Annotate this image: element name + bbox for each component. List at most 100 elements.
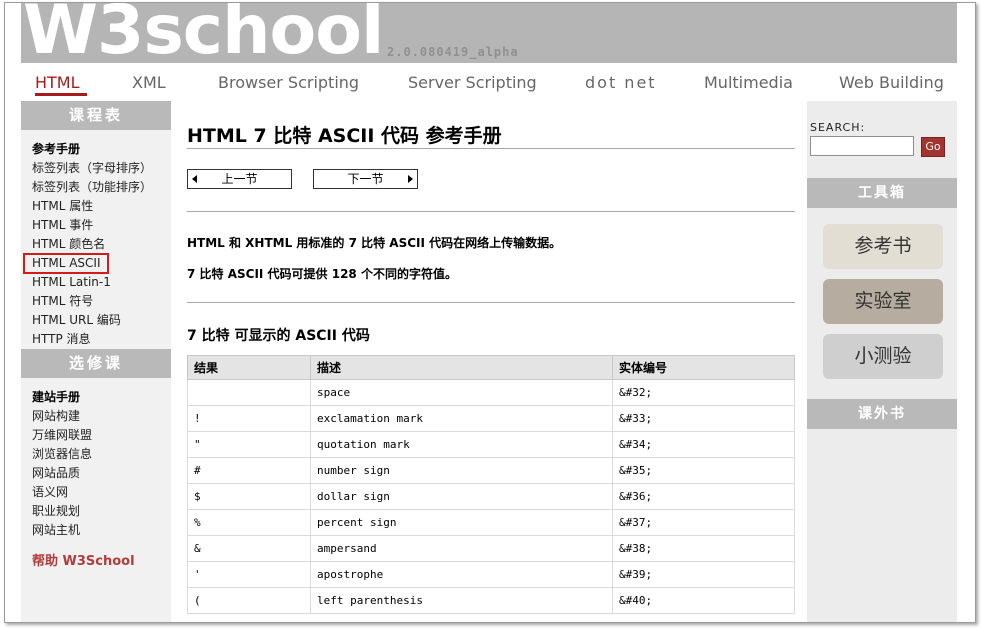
- sidebar-item-site-manual[interactable]: 建站手册: [32, 388, 171, 407]
- search-go-button[interactable]: Go: [921, 137, 945, 157]
- site-logo[interactable]: W3school: [23, 3, 384, 63]
- cell-description: ampersand: [310, 535, 613, 562]
- cell-description: apostrophe: [310, 561, 613, 588]
- table-row: ( left parenthesis &#40;: [187, 587, 795, 614]
- cell-description: space: [310, 379, 613, 406]
- cell-entity: &#34;: [612, 431, 795, 458]
- nav-dot-net[interactable]: dot net: [585, 73, 657, 92]
- table-header-row: 结果 描述 实体编号: [187, 355, 795, 380]
- cell-result: %: [187, 509, 311, 536]
- col-header-description: 描述: [310, 355, 613, 380]
- left-sidebar: 课程表 参考手册 标签列表（字母排序） 标签列表（功能排序） HTML 属性 H…: [21, 101, 171, 622]
- sidebar-item-tags-alpha[interactable]: 标签列表（字母排序）: [32, 159, 171, 178]
- prev-button[interactable]: 上一节: [187, 169, 292, 189]
- nav-xml[interactable]: XML: [132, 73, 166, 92]
- cell-entity: &#40;: [612, 587, 795, 614]
- table-row: space &#32;: [187, 379, 795, 406]
- right-arrow-icon: [408, 175, 413, 183]
- sidebar-item-colornames[interactable]: HTML 颜色名: [32, 235, 171, 254]
- cell-result: ': [187, 561, 311, 588]
- ascii-table: 结果 描述 实体编号 space &#32; ! exclamation mar…: [187, 355, 795, 614]
- prev-label: 上一节: [221, 172, 258, 186]
- right-sidebar: SEARCH: Go 工具箱 参考书 实验室 小测验 课外书: [807, 101, 957, 622]
- sidebar-item-ascii[interactable]: HTML ASCII: [23, 253, 109, 274]
- cell-description: left parenthesis: [310, 587, 613, 614]
- cell-result: !: [187, 405, 311, 432]
- sidebar-item-urlencode[interactable]: HTML URL 编码: [32, 311, 171, 330]
- cell-result: ": [187, 431, 311, 458]
- sidebar-item-quality[interactable]: 网站品质: [32, 464, 171, 483]
- cell-result: (: [187, 587, 311, 614]
- next-label: 下一节: [347, 172, 384, 186]
- cell-entity: &#37;: [612, 509, 795, 536]
- table-row: " quotation mark &#34;: [187, 431, 795, 458]
- cell-result: #: [187, 457, 311, 484]
- page-title: HTML 7 比特 ASCII 代码 参考手册: [187, 125, 502, 147]
- elective-list: 建站手册 网站构建 万维网联盟 浏览器信息 网站品质 语义网 职业规划 网站主机…: [21, 378, 171, 569]
- section-title: 7 比特 可显示的 ASCII 代码: [187, 328, 370, 344]
- nav-browser-scripting[interactable]: Browser Scripting: [218, 73, 359, 92]
- divider: [187, 148, 795, 149]
- cell-entity: &#33;: [612, 405, 795, 432]
- table-row: # number sign &#35;: [187, 457, 795, 484]
- books-heading: 课外书: [807, 399, 957, 429]
- left-arrow-icon: [192, 175, 197, 183]
- tool-lab-button[interactable]: 实验室: [823, 279, 943, 324]
- table-row: % percent sign &#37;: [187, 509, 795, 536]
- search-label: SEARCH:: [810, 121, 866, 134]
- sidebar-item-latin1[interactable]: HTML Latin-1: [32, 273, 171, 292]
- course-list: 参考手册 标签列表（字母排序） 标签列表（功能排序） HTML 属性 HTML …: [21, 130, 171, 349]
- sidebar-item-career[interactable]: 职业规划: [32, 502, 171, 521]
- divider: [187, 211, 795, 212]
- nav-html[interactable]: HTML: [35, 73, 80, 92]
- cell-entity: &#36;: [612, 483, 795, 510]
- sidebar-item-reference[interactable]: 参考手册: [32, 140, 171, 159]
- sidebar-heading-electives: 选修课: [21, 349, 171, 378]
- main-content: HTML 7 比特 ASCII 代码 参考手册 上一节 下一节 HTML 和 X…: [187, 101, 795, 622]
- version-text: 2.0.080419_alpha: [387, 45, 519, 59]
- browser-viewport: W3school 2.0.080419_alpha HTML XML Brows…: [4, 2, 976, 623]
- sidebar-item-browser-info[interactable]: 浏览器信息: [32, 445, 171, 464]
- top-navigation: HTML XML Browser Scripting Server Script…: [21, 69, 957, 97]
- nav-multimedia[interactable]: Multimedia: [704, 73, 793, 92]
- divider: [187, 302, 795, 303]
- cell-description: dollar sign: [310, 483, 613, 510]
- cell-entity: &#39;: [612, 561, 795, 588]
- sidebar-item-symbols[interactable]: HTML 符号: [32, 292, 171, 311]
- sidebar-item-http[interactable]: HTTP 消息: [32, 330, 171, 349]
- site-banner: W3school 2.0.080419_alpha: [21, 3, 957, 63]
- sidebar-item-w3c[interactable]: 万维网联盟: [32, 426, 171, 445]
- table-row: & ampersand &#38;: [187, 535, 795, 562]
- next-button[interactable]: 下一节: [313, 169, 418, 189]
- cell-result: [187, 379, 311, 406]
- col-header-entity: 实体编号: [612, 355, 795, 380]
- nav-server-scripting[interactable]: Server Scripting: [408, 73, 537, 92]
- sidebar-item-semantic-web[interactable]: 语义网: [32, 483, 171, 502]
- intro-paragraph: 7 比特 ASCII 代码可提供 128 个不同的字符值。: [187, 267, 457, 281]
- intro-paragraph: HTML 和 XHTML 用标准的 7 比特 ASCII 代码在网络上传输数据。: [187, 236, 562, 250]
- cell-result: &: [187, 535, 311, 562]
- nav-active-underline: [35, 93, 87, 96]
- cell-description: number sign: [310, 457, 613, 484]
- col-header-result: 结果: [187, 355, 311, 380]
- cell-entity: &#32;: [612, 379, 795, 406]
- cell-entity: &#35;: [612, 457, 795, 484]
- tool-quiz-button[interactable]: 小测验: [823, 334, 943, 379]
- table-row: ' apostrophe &#39;: [187, 561, 795, 588]
- toolbox-heading: 工具箱: [807, 178, 957, 208]
- table-row: ! exclamation mark &#33;: [187, 405, 795, 432]
- cell-entity: &#38;: [612, 535, 795, 562]
- table-row: $ dollar sign &#36;: [187, 483, 795, 510]
- nav-web-building[interactable]: Web Building: [839, 73, 944, 92]
- sidebar-heading-courses: 课程表: [21, 101, 171, 130]
- cell-description: quotation mark: [310, 431, 613, 458]
- search-input[interactable]: [810, 136, 914, 156]
- sidebar-item-events[interactable]: HTML 事件: [32, 216, 171, 235]
- cell-description: exclamation mark: [310, 405, 613, 432]
- help-link[interactable]: 帮助 W3School: [32, 550, 171, 569]
- tool-reference-button[interactable]: 参考书: [823, 224, 943, 269]
- sidebar-item-attributes[interactable]: HTML 属性: [32, 197, 171, 216]
- sidebar-item-tags-func[interactable]: 标签列表（功能排序）: [32, 178, 171, 197]
- sidebar-item-site-build[interactable]: 网站构建: [32, 407, 171, 426]
- sidebar-item-hosting[interactable]: 网站主机: [32, 521, 171, 540]
